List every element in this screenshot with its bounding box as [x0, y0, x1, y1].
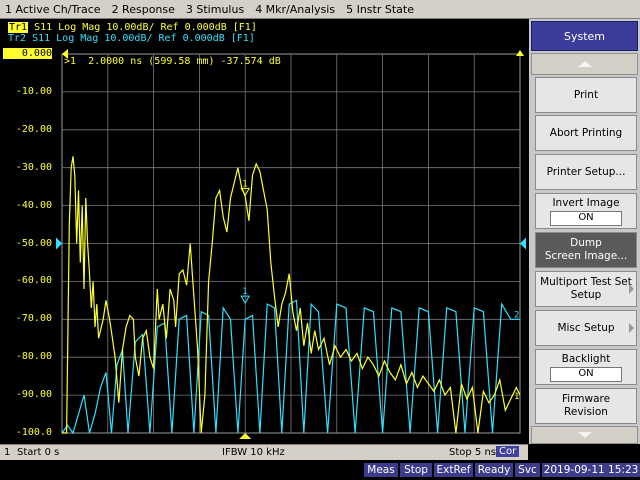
multiport-label-line1: Multiport Test Set — [540, 276, 632, 288]
firmware-revision-button[interactable]: Firmware Revision — [535, 388, 637, 424]
trace-plot[interactable]: 1 1 1 2 Tr1 S11 Log Mag 10.00dB/ Ref 0.000… — [0, 19, 528, 444]
abort-printing-label: Abort Printing — [549, 126, 623, 139]
misc-setup-button[interactable]: Misc Setup — [535, 310, 637, 346]
printer-setup-button[interactable]: Printer Setup... — [535, 154, 637, 190]
backlight-label: Backlight — [561, 352, 611, 365]
misc-setup-label: Misc Setup — [557, 321, 615, 334]
marker-stimulus-pointer — [239, 433, 252, 439]
backlight-state: ON — [550, 366, 622, 382]
firmware-label-line2: Revision — [564, 406, 608, 418]
menu-mkr-analysis[interactable]: 4 Mkr/Analysis — [250, 3, 341, 16]
submenu-arrow-icon — [629, 323, 634, 333]
status-meas: Meas — [364, 463, 398, 477]
menu-stimulus[interactable]: 3 Stimulus — [181, 3, 250, 16]
trace-1-settings: S11 Log Mag 10.00dB/ Ref 0.000dB [F1] — [28, 22, 257, 33]
invert-image-button[interactable]: Invert Image ON — [535, 193, 637, 229]
channel-number[interactable]: 1 — [4, 447, 10, 458]
invert-image-state: ON — [550, 210, 622, 226]
marker-1-trace-2-label: 1 — [242, 287, 247, 297]
softkey-panel: System Print Abort Printing Printer Setu… — [529, 19, 640, 444]
instrument-status-bar: Meas Stop ExtRef Ready Svc 2019-09-11 15… — [0, 460, 640, 480]
y-label: -50.00 — [15, 237, 52, 249]
menu-response[interactable]: 2 Response — [107, 3, 181, 16]
y-label: -20.00 — [15, 123, 52, 135]
status-extref: ExtRef — [434, 463, 473, 477]
y-label: -40.00 — [15, 199, 52, 211]
y-label: -10.00 — [15, 85, 52, 97]
marker-readout: >1 2.0000 ns (599.58 mm) -37.574 dB — [64, 56, 281, 67]
trace-2-ref-marker — [56, 237, 62, 250]
y-label: -90.00 — [15, 389, 52, 401]
dump-screen-image-button[interactable]: Dump Screen Image... — [535, 232, 637, 268]
abort-printing-button[interactable]: Abort Printing — [535, 115, 637, 151]
trace-plot-canvas: 1 1 1 2 — [56, 49, 526, 439]
status-stop: Stop — [400, 463, 432, 477]
y-label: -100.0 — [15, 427, 52, 438]
print-label: Print — [573, 88, 599, 101]
y-label: -80.00 — [15, 351, 52, 363]
y-label: -30.00 — [15, 161, 52, 173]
ifbw-value[interactable]: IFBW 10 kHz — [222, 447, 285, 458]
trace-2-end-label: 2 — [514, 310, 519, 320]
stop-value[interactable]: Stop 5 ns — [449, 447, 496, 458]
channel-status-line: 1 Start 0 s IFBW 10 kHz Stop 5 ns Cor — [0, 444, 528, 460]
softkey-menu-title: System — [531, 21, 638, 51]
trace-1-end-label: 1 — [514, 392, 519, 402]
invert-image-label: Invert Image — [552, 196, 620, 209]
backlight-button[interactable]: Backlight ON — [535, 349, 637, 385]
print-button[interactable]: Print — [535, 77, 637, 113]
softkey-scroll-down[interactable] — [531, 426, 638, 444]
trace-1-tag: Tr1 — [8, 22, 29, 33]
start-value[interactable]: Start 0 s — [17, 447, 59, 458]
right-top-marker — [516, 50, 524, 56]
trace-1-header[interactable]: Tr1 S11 Log Mag 10.00dB/ Ref 0.000dB [F1… — [8, 22, 257, 33]
trace-2-header[interactable]: Tr2 S11 Log Mag 10.00dB/ Ref 0.000dB [F1… — [8, 33, 255, 44]
menu-instr-state[interactable]: 5 Instr State — [341, 3, 420, 16]
dump-label-line2: Screen Image... — [544, 250, 628, 262]
menu-active-ch-trace[interactable]: 1 Active Ch/Trace — [0, 3, 107, 16]
multiport-test-set-setup-button[interactable]: Multiport Test Set Setup — [535, 271, 637, 307]
softkey-scroll-up[interactable] — [531, 53, 638, 75]
scroll-down-icon — [577, 432, 592, 438]
firmware-label-line1: Firmware — [561, 393, 611, 405]
dump-label-line1: Dump — [570, 237, 602, 249]
y-label-ref: 0.000 — [3, 48, 52, 59]
multiport-label-line2: Setup — [570, 289, 602, 301]
y-label: -60.00 — [15, 275, 52, 287]
submenu-arrow-icon — [629, 284, 634, 294]
scroll-up-icon — [577, 61, 592, 67]
reference-right-marker — [520, 237, 526, 250]
plot-grid — [61, 53, 521, 434]
y-label: -70.00 — [15, 313, 52, 325]
marker-1-label: 1 — [242, 179, 247, 189]
status-ready: Ready — [475, 463, 513, 477]
status-svc: Svc — [515, 463, 540, 477]
correction-badge: Cor — [496, 446, 520, 457]
menu-bar: 1 Active Ch/Trace 2 Response 3 Stimulus … — [0, 0, 640, 19]
printer-setup-label: Printer Setup... — [546, 165, 626, 178]
status-datetime: 2019-09-11 15:23 — [542, 463, 640, 477]
